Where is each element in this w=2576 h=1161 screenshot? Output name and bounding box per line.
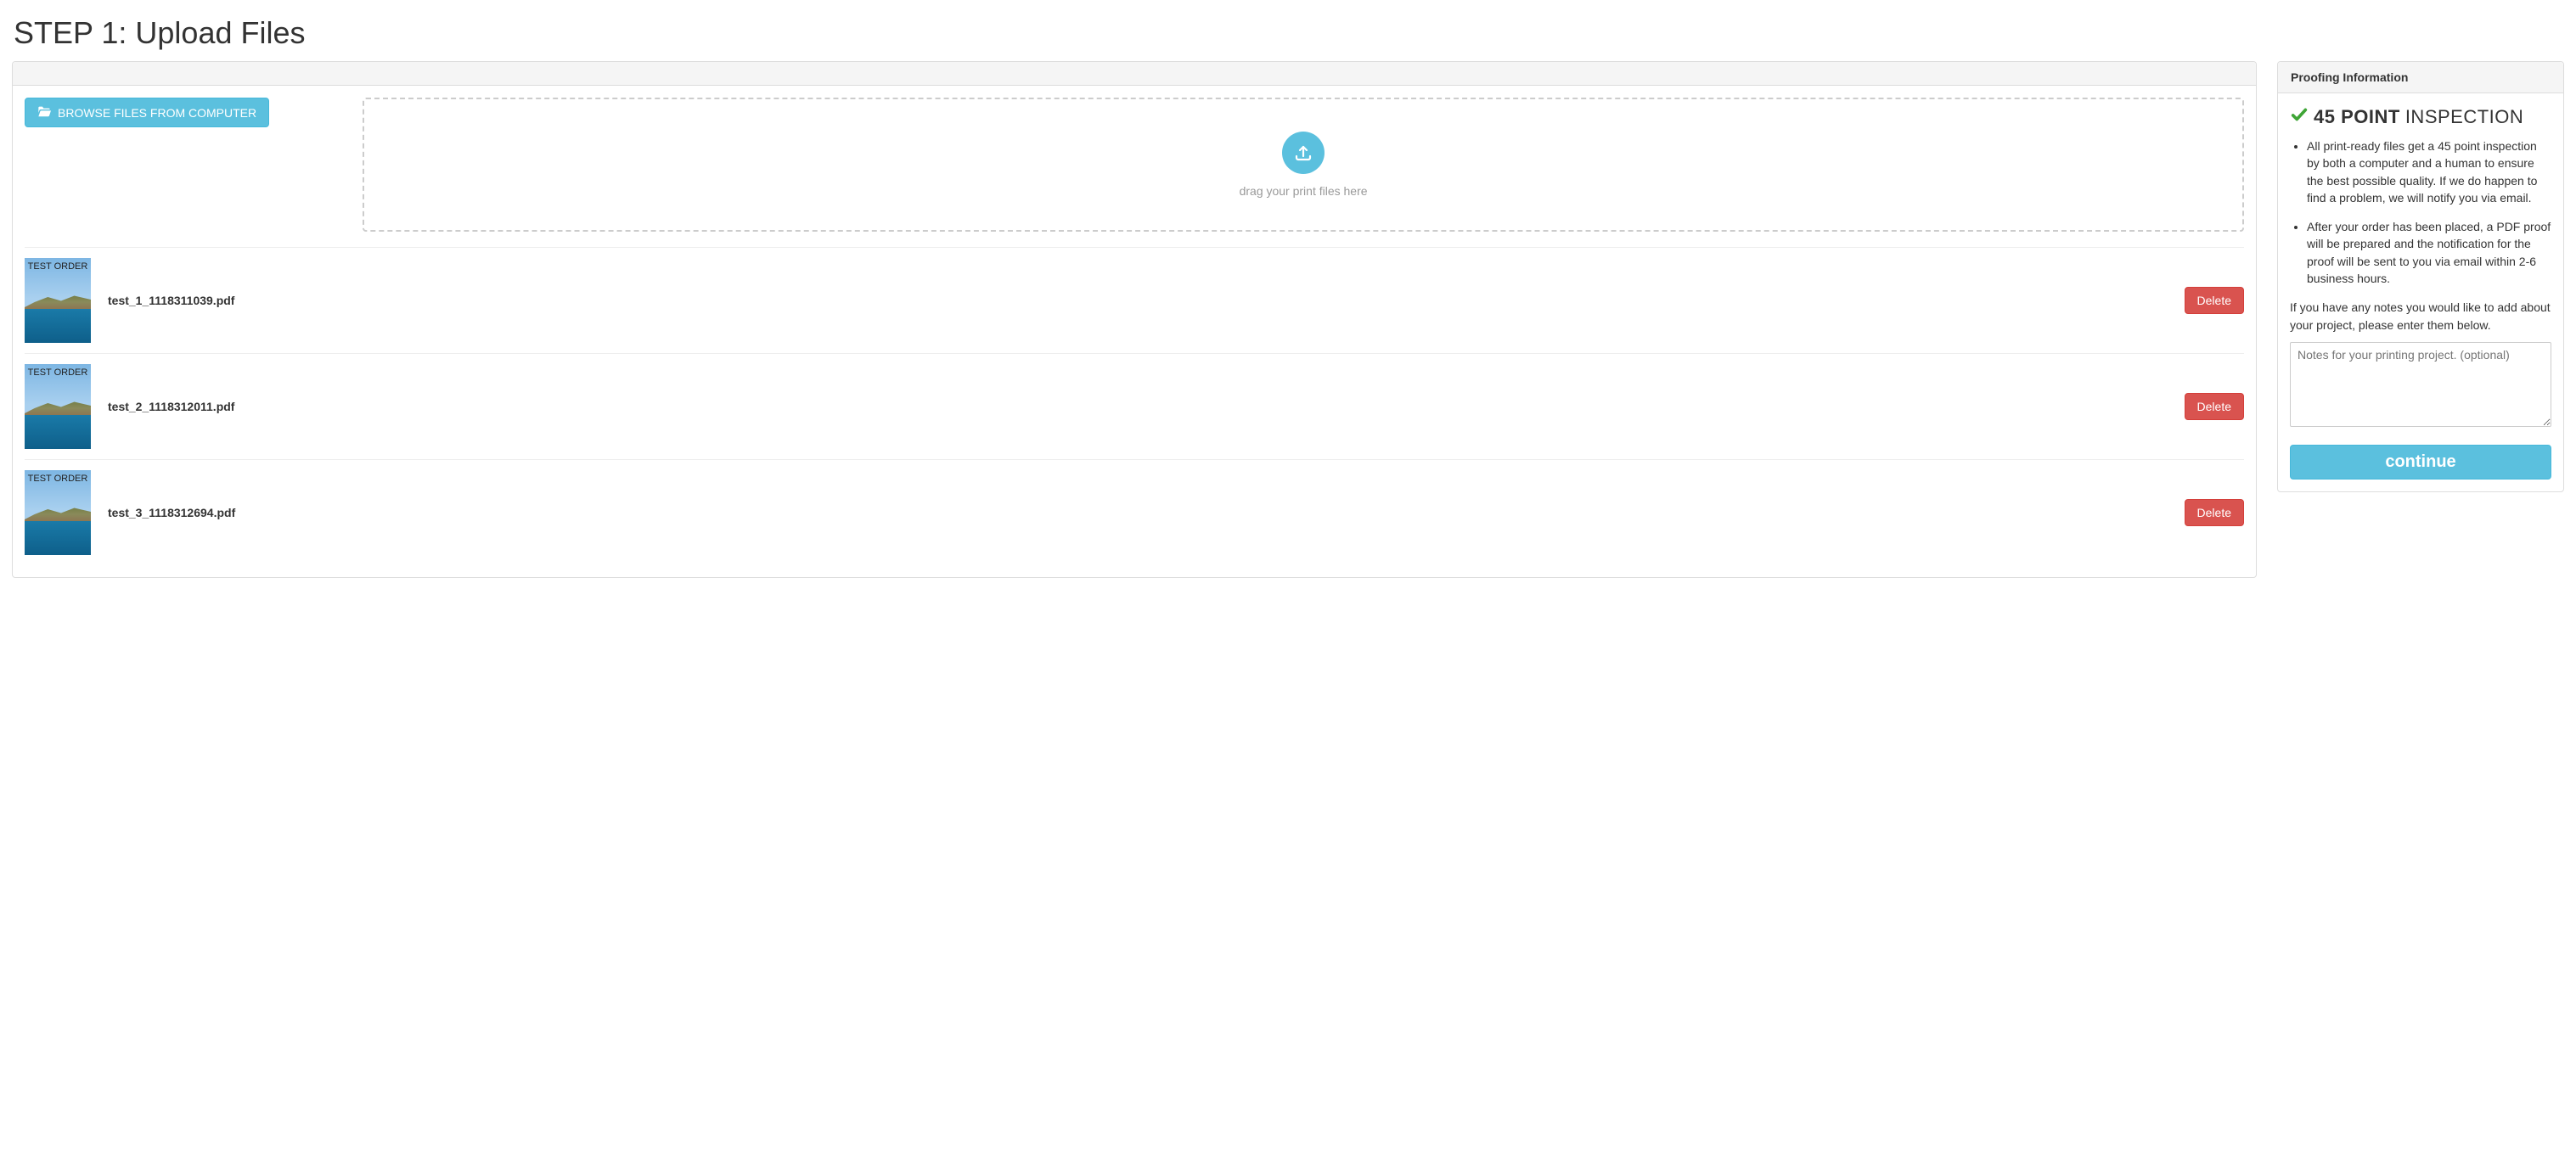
thumbnail-label: TEST ORDER [25,367,91,378]
file-list: TEST ORDERtest_1_1118311039.pdfDeleteTES… [25,247,2244,565]
proofing-panel: Proofing Information 45 POINT INSPECTION… [2277,61,2564,492]
delete-button[interactable]: Delete [2185,393,2244,420]
delete-button[interactable]: Delete [2185,287,2244,314]
file-name: test_2_1118312011.pdf [108,400,2185,413]
continue-button[interactable]: continue [2290,445,2551,480]
inspection-heading: 45 POINT INSPECTION [2290,105,2551,129]
notes-prompt: If you have any notes you would like to … [2290,299,2551,334]
inspection-bold-text: 45 POINT [2314,106,2400,128]
proofing-panel-header: Proofing Information [2278,62,2563,93]
file-thumbnail: TEST ORDER [25,258,91,343]
inspection-bullet: After your order has been placed, a PDF … [2307,218,2551,287]
inspection-light-text: INSPECTION [2405,106,2523,128]
file-name: test_1_1118311039.pdf [108,294,2185,307]
browse-files-label: BROWSE FILES FROM COMPUTER [58,106,256,120]
dropzone-hint: drag your print files here [1240,184,1368,198]
page-title: STEP 1: Upload Files [14,15,2564,51]
file-name: test_3_1118312694.pdf [108,506,2185,519]
folder-open-icon [37,105,51,120]
file-dropzone[interactable]: drag your print files here [363,98,2244,232]
file-thumbnail: TEST ORDER [25,364,91,449]
file-thumbnail: TEST ORDER [25,470,91,555]
browse-files-button[interactable]: BROWSE FILES FROM COMPUTER [25,98,269,127]
inspection-bullets: All print-ready files get a 45 point ins… [2290,137,2551,287]
thumbnail-label: TEST ORDER [25,474,91,484]
file-row: TEST ORDER test_3_1118312694.pdfDelete [25,459,2244,565]
inspection-bullet: All print-ready files get a 45 point ins… [2307,137,2551,206]
file-row: TEST ORDER test_1_1118311039.pdfDelete [25,247,2244,353]
upload-panel: BROWSE FILES FROM COMPUTER drag your pri… [12,61,2257,578]
thumbnail-label: TEST ORDER [25,261,91,272]
project-notes-input[interactable] [2290,342,2551,427]
file-row: TEST ORDER test_2_1118312011.pdfDelete [25,353,2244,459]
check-icon [2290,105,2309,129]
upload-panel-header [13,62,2256,86]
delete-button[interactable]: Delete [2185,499,2244,526]
upload-icon [1282,132,1325,174]
